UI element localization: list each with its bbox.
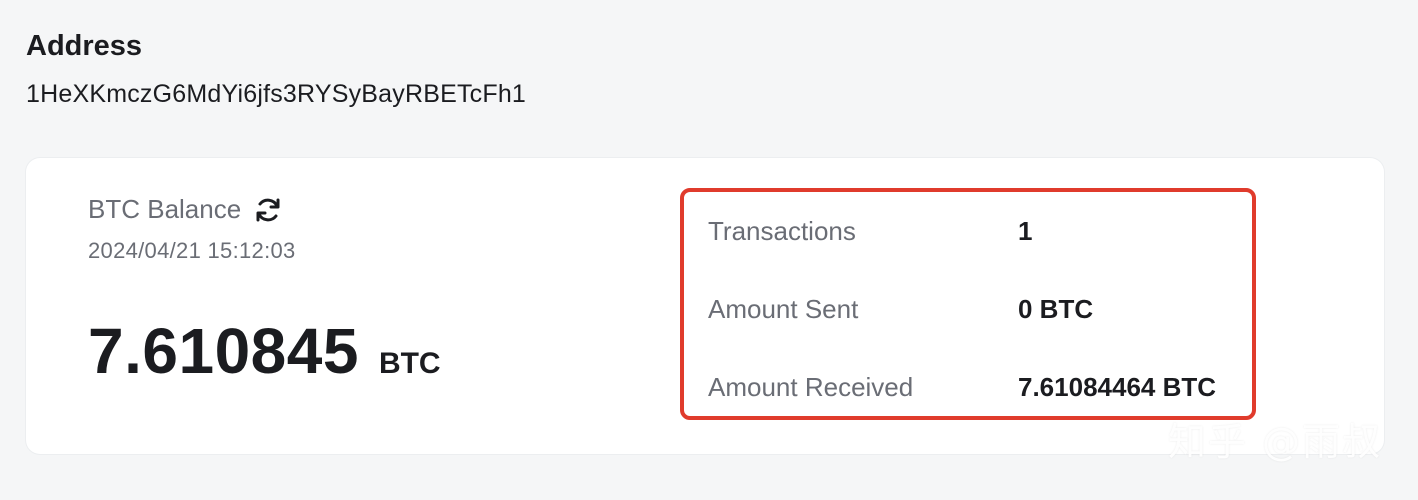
stat-value: 7.61084464 BTC — [1018, 372, 1217, 402]
address-page: Address 1HeXKmczG6MdYi6jfs3RYSyBayRBETcF… — [0, 0, 1418, 500]
address-title: Address — [26, 30, 143, 62]
stats-highlight-box: Transactions 1 Amount Sent 0 BTC Amount … — [680, 188, 1256, 420]
stat-row-amount-sent: Amount Sent 0 BTC — [708, 294, 1093, 325]
watermark: 知乎 @雨叔 — [1167, 420, 1382, 464]
stat-value: 1 — [1018, 216, 1033, 246]
balance-header: BTC Balance — [88, 194, 283, 225]
stat-label: Amount Sent — [708, 294, 859, 324]
stat-label: Amount Received — [708, 372, 914, 402]
balance-timestamp: 2024/04/21 15:12:03 — [88, 238, 296, 263]
stat-value: 0 BTC — [1018, 294, 1094, 324]
balance-amount: 7.610845 — [88, 315, 359, 387]
balance-amount-row: 7.610845 BTC — [88, 314, 441, 388]
balance-card: BTC Balance 2024/04/21 15:12:03 7.610845… — [26, 158, 1384, 454]
refresh-icon[interactable] — [253, 195, 283, 225]
stat-row-amount-received: Amount Received 7.61084464 BTC — [708, 372, 1216, 403]
address-value: 1HeXKmczG6MdYi6jfs3RYSyBayRBETcFh1 — [26, 80, 527, 108]
balance-label: BTC Balance — [88, 194, 242, 224]
stat-row-transactions: Transactions 1 — [708, 216, 1032, 247]
balance-unit: BTC — [378, 347, 441, 380]
stat-label: Transactions — [708, 216, 856, 246]
